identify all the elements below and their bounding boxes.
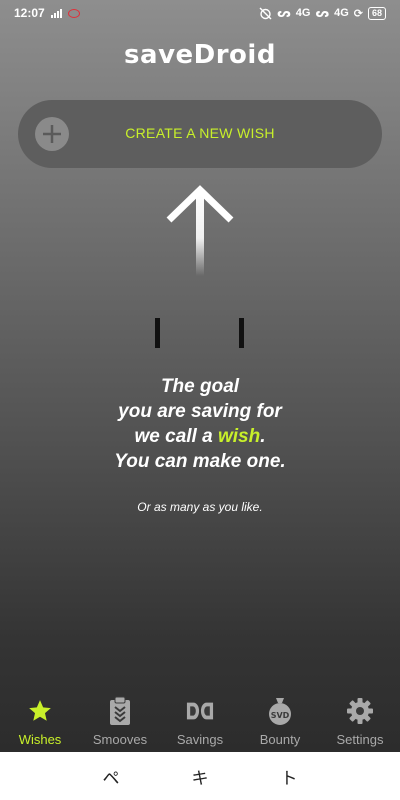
message-line-3: we call a wish. — [0, 424, 400, 449]
nav-item-settings[interactable]: Settings — [320, 688, 400, 752]
money-bag-icon: SVD — [266, 696, 294, 726]
nav-label-wishes: Wishes — [18, 732, 62, 747]
message-line-4: You can make one. — [114, 451, 286, 472]
indicator-bar-right — [239, 318, 244, 348]
wish-explanation: The goal you are saving for we call a wi… — [0, 374, 400, 474]
indicator-bar-left — [155, 318, 160, 348]
status-left: 12:07 — [14, 6, 80, 20]
nav-item-smooves[interactable]: Smooves — [80, 688, 160, 752]
svg-text:SVD: SVD — [271, 711, 290, 720]
network-type-1: 4G — [295, 7, 311, 19]
message-line-2: you are saving for — [118, 401, 282, 422]
message-subtext: Or as many as you like. — [137, 500, 263, 514]
signal-icon — [50, 8, 62, 18]
status-time: 12:07 — [14, 6, 45, 20]
star-icon — [26, 696, 54, 726]
nav-label-bounty: Bounty — [259, 732, 301, 747]
message-line-3-suffix: . — [260, 426, 266, 447]
create-wish-button[interactable]: CREATE A NEW WISH — [18, 100, 382, 168]
nav-label-settings: Settings — [336, 732, 384, 747]
gear-icon — [346, 696, 374, 726]
keyboard-key-1[interactable]: ペ — [103, 764, 120, 789]
network-type-2: 4G — [334, 7, 349, 19]
keyboard-suggestion-bar: ペ キ ト — [0, 752, 400, 800]
bottom-navigation: Wishes Smooves Savings SVD Bounty Settin… — [0, 688, 400, 752]
keyboard-key-3[interactable]: ト — [281, 764, 298, 789]
status-bar: 12:07 ᔕ 4G ᔕ 4G ⟳ 68 — [0, 0, 400, 28]
app-screen: 12:07 ᔕ 4G ᔕ 4G ⟳ 68 saveDroid CREATE A … — [0, 0, 400, 752]
nav-label-smooves: Smooves — [92, 732, 148, 747]
sync-icon: ⟳ — [353, 7, 363, 20]
nav-item-savings[interactable]: Savings — [160, 688, 240, 752]
nav-item-wishes[interactable]: Wishes — [0, 688, 80, 752]
nav-item-bounty[interactable]: SVD Bounty — [240, 688, 320, 752]
message-line-3-prefix: we call a — [134, 426, 218, 447]
alarm-off-icon — [259, 7, 272, 19]
app-logo: saveDroid — [124, 40, 276, 70]
wish-highlight: wish — [217, 426, 261, 447]
clipboard-icon — [106, 696, 134, 726]
dd-icon — [186, 696, 214, 726]
message-line-1: The goal — [160, 376, 240, 397]
keyboard-key-2[interactable]: キ — [192, 764, 209, 789]
up-arrow-icon — [166, 185, 234, 276]
nav-label-savings: Savings — [176, 732, 224, 747]
signal-wave-icon: ᔕ — [277, 6, 291, 20]
status-right: ᔕ 4G ᔕ 4G ⟳ 68 — [259, 6, 386, 20]
battery-icon: 68 — [367, 6, 386, 20]
signal-wave-icon-2: ᔕ — [315, 6, 330, 20]
create-wish-label: CREATE A NEW WISH — [125, 125, 275, 141]
message-notification-icon — [67, 8, 80, 18]
